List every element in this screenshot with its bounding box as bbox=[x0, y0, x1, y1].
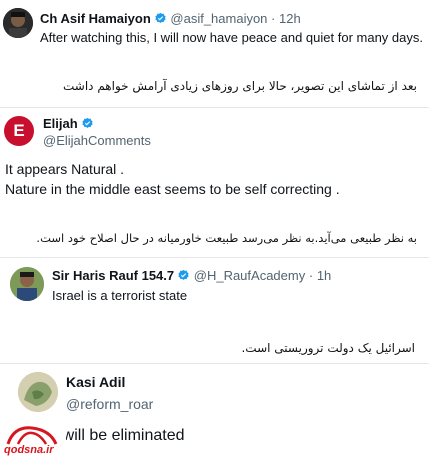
author-handle[interactable]: @asif_hamaiyon bbox=[170, 11, 267, 26]
watermark-emblem bbox=[6, 426, 58, 445]
tweet-text: After watching this, I will now have pea… bbox=[40, 30, 423, 45]
avatar-letter: E bbox=[13, 121, 25, 140]
avatar-kasi[interactable] bbox=[18, 372, 58, 412]
tweet-time[interactable]: 12h bbox=[279, 11, 301, 26]
divider bbox=[0, 107, 429, 108]
tweet-text-line2: Nature in the middle east seems to be se… bbox=[5, 181, 340, 197]
author-handle[interactable]: @ElijahComments bbox=[43, 133, 151, 148]
avatar-elijah[interactable]: E bbox=[4, 116, 34, 146]
avatar-haris[interactable] bbox=[10, 267, 44, 301]
verified-badge-icon bbox=[178, 269, 189, 280]
author-name[interactable]: Kasi Adil bbox=[66, 374, 125, 390]
verified-badge-icon bbox=[155, 12, 166, 23]
translation-text: بعد از تماشای این تصویر، حالا برای روزها… bbox=[62, 79, 417, 93]
translation-text: اسرائیل یک دولت تروریستی است. bbox=[241, 341, 415, 355]
watermark-text: qodsna.ir bbox=[4, 444, 54, 456]
avatar-asif[interactable] bbox=[3, 8, 33, 38]
divider bbox=[0, 363, 429, 364]
separator-dot: · bbox=[271, 11, 276, 26]
tweet-text-line1: It appears Natural . bbox=[5, 161, 125, 177]
tweet-time[interactable]: 1h bbox=[317, 268, 331, 283]
translation-text: به نظر طبیعی می‌آید.به نظر می‌رسد طبیعت … bbox=[36, 231, 417, 245]
divider bbox=[0, 257, 429, 258]
tweet-text: Israel is a terrorist state bbox=[52, 288, 188, 303]
author-name[interactable]: Elijah bbox=[43, 116, 78, 131]
author-name[interactable]: Sir Haris Rauf 154.7 bbox=[52, 268, 174, 283]
watermark-logo: qodsna.ir bbox=[0, 424, 66, 462]
author-handle[interactable]: @reform_roar bbox=[66, 396, 153, 412]
author-name[interactable]: Ch Asif Hamaiyon bbox=[40, 11, 151, 26]
separator-dot: · bbox=[308, 268, 314, 283]
author-handle[interactable]: @H_RaufAcademy bbox=[194, 268, 305, 283]
verified-badge-icon bbox=[82, 117, 93, 128]
